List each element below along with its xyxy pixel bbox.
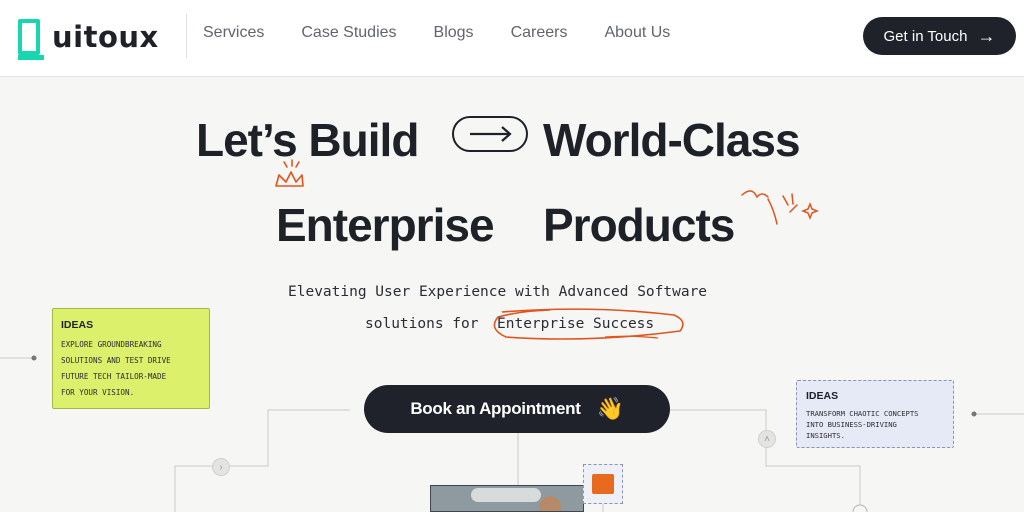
headline-world-class: World-Class [543, 114, 801, 166]
logo-mark-icon [18, 19, 44, 60]
orange-box-icon [583, 464, 623, 504]
sparkle-doodle [741, 190, 820, 225]
nav-link-careers[interactable]: Careers [511, 24, 568, 42]
nav-link-case-studies[interactable]: Case Studies [301, 24, 396, 42]
book-appointment-label: Book an Appointment [410, 399, 581, 418]
arrow-right-icon: → [977, 25, 996, 46]
get-in-touch-label: Get in Touch [883, 27, 968, 45]
ideas-card-text: EXPLORE GROUNDBREAKING SOLUTIONS AND TES… [61, 340, 171, 397]
ideas-card-right: IDEAS TRANSFORM CHAOTIC CONCEPTS INTO BU… [796, 380, 954, 448]
get-in-touch-button[interactable]: Get in Touch → [863, 17, 1016, 55]
ideas-card-left: IDEAS EXPLORE GROUNDBREAKING SOLUTIONS A… [52, 308, 210, 409]
chevron-right-node-icon: › [212, 458, 230, 476]
headline-products: Products [543, 199, 735, 251]
book-appointment-button[interactable]: Book an Appointment 👋 [364, 385, 670, 433]
waving-hand-icon: 👋 [596, 396, 624, 421]
ideas-card-title: IDEAS [806, 390, 839, 402]
uitoux-logo[interactable]: uitoux [18, 12, 159, 62]
nav-links: Services Case Studies Blogs Careers Abou… [203, 24, 670, 42]
subtitle-line-1: Elevating User Experience with Advanced … [288, 284, 708, 300]
chevron-up-node-icon: ˄ [758, 430, 776, 448]
subtitle-line-2-prefix: solutions for [365, 316, 479, 332]
nav-link-services[interactable]: Services [203, 24, 264, 42]
logo-text: uitoux [52, 20, 159, 54]
team-photo-thumbnail [430, 485, 584, 512]
headline-lets-build: Let’s Build [196, 114, 419, 166]
nav-link-about-us[interactable]: About Us [604, 24, 670, 42]
ideas-card-title: IDEAS [61, 319, 94, 331]
arrow-pill-icon [452, 116, 528, 152]
nav-link-blogs[interactable]: Blogs [434, 24, 474, 42]
nav-divider [186, 14, 187, 58]
ideas-card-text: TRANSFORM CHAOTIC CONCEPTS INTO BUSINESS… [806, 409, 919, 440]
top-navbar: uitoux Services Case Studies Blogs Caree… [0, 0, 1024, 77]
highlight-ring-doodle [493, 308, 684, 340]
headline-enterprise: Enterprise [276, 199, 495, 251]
